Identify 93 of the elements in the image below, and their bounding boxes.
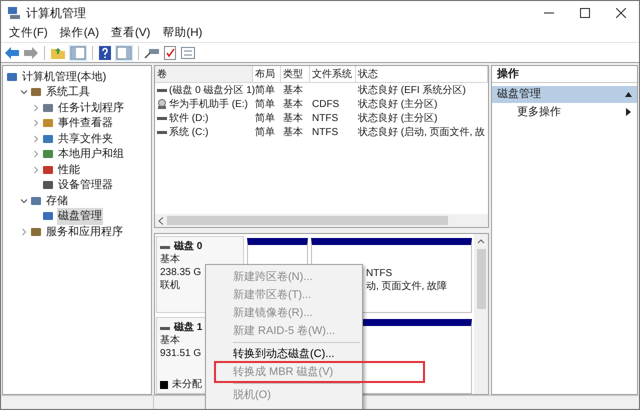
tree-node-icon: [42, 148, 54, 160]
table-cell-text: 状态良好 (EFI 系统分区): [358, 84, 466, 98]
unallocated-swatch: [160, 380, 168, 388]
disk-name: 磁盘 1: [174, 321, 202, 334]
table-cell-text: 基本: [283, 98, 303, 112]
tree-item[interactable]: 性能: [57, 162, 81, 178]
tree-node-icon: [42, 132, 54, 145]
vertical-scrollbar[interactable]: [474, 234, 488, 394]
window-title: 计算机管理: [26, 5, 86, 22]
partition-text: NTFS: [366, 267, 394, 280]
forward-icon[interactable]: [23, 46, 39, 60]
tree-item[interactable]: 本地用户和组: [57, 146, 125, 162]
properties-list-icon[interactable]: [180, 46, 196, 60]
tree-item[interactable]: 事件查看器: [57, 115, 114, 132]
collapsed-chevron-icon[interactable]: [32, 119, 40, 128]
menu-item[interactable]: 操作(A): [54, 24, 106, 42]
table-cell-text: 简单: [255, 112, 275, 126]
horizontal-scrollbar[interactable]: [155, 214, 488, 227]
submenu-arrow-icon: [626, 108, 631, 116]
app-icon: [7, 6, 21, 20]
action-item[interactable]: 更多操作: [492, 103, 637, 121]
action-pane-icon[interactable]: [115, 44, 133, 60]
tree-node-icon: [30, 86, 42, 98]
expanded-chevron-icon[interactable]: [20, 196, 28, 205]
collapsed-chevron-icon[interactable]: [32, 150, 40, 158]
disk-size: 238.35 G: [160, 266, 202, 279]
table-cell-text: 简单: [255, 84, 275, 98]
section-title: 磁盘管理: [497, 87, 541, 102]
collapse-icon[interactable]: [625, 92, 632, 97]
disk-type: 基本: [160, 334, 180, 347]
tree-item[interactable]: 服务和应用程序: [45, 224, 124, 240]
cd-drive-icon: [157, 99, 167, 109]
table-cell-text: 状态良好 (主分区): [358, 98, 438, 112]
tree-item[interactable]: 任务计划程序: [57, 100, 125, 116]
table-cell-text: NTFS: [312, 126, 338, 140]
expanded-chevron-icon[interactable]: [20, 88, 28, 96]
legend-label: 未分配: [172, 378, 202, 391]
console-tree-icon[interactable]: [69, 44, 87, 60]
checklist-icon[interactable]: [163, 44, 177, 60]
table-cell-text: 状态良好 (启动, 页面文件, 故: [358, 126, 486, 140]
disk-size: 931.51 G: [160, 347, 202, 360]
tree-item[interactable]: 计算机管理(本地): [21, 68, 108, 85]
tree-item[interactable]: 磁盘管理: [57, 208, 103, 224]
collapsed-chevron-icon[interactable]: [32, 166, 40, 174]
collapsed-chevron-icon[interactable]: [32, 134, 40, 143]
column-header[interactable]: 类型: [281, 66, 310, 83]
maximize-icon: [580, 8, 590, 18]
table-cell-text: 基本: [283, 84, 303, 98]
help-icon[interactable]: [98, 44, 112, 60]
tree-node-icon: [42, 164, 54, 176]
table-cell-text: 简单: [255, 126, 275, 140]
disk-name: 磁盘 0: [174, 240, 202, 253]
tree-node-icon: [6, 70, 18, 83]
tree-node-icon: [42, 117, 54, 130]
menu-item[interactable]: 查看(V): [105, 24, 156, 42]
tree-node-icon: [30, 194, 42, 207]
table-cell-text: 华为手机助手 (E:): [169, 98, 248, 112]
tree-item[interactable]: 共享文件夹: [57, 130, 114, 147]
column-header[interactable]: 状态: [356, 66, 488, 83]
tree-item[interactable]: 设备管理器: [57, 177, 114, 194]
menu-item[interactable]: 文件(F): [3, 24, 54, 42]
scrollbar-thumb[interactable]: [476, 249, 486, 309]
table-cell-text: CDFS: [312, 98, 340, 112]
close-icon: [616, 8, 626, 18]
table-cell-text: 软件 (D:): [169, 112, 208, 126]
tree-node-icon: [42, 102, 54, 114]
section-header[interactable]: 磁盘管理: [492, 86, 637, 103]
collapsed-chevron-icon[interactable]: [20, 228, 28, 236]
scroll-left-icon[interactable]: [158, 216, 164, 224]
column-header[interactable]: 卷: [155, 66, 253, 83]
table-cell-text: 简单: [255, 98, 275, 112]
table-cell-text: (磁盘 0 磁盘分区 1): [169, 84, 256, 98]
tree-node-icon: [30, 226, 42, 238]
actions-title: 操作: [492, 66, 637, 83]
column-header[interactable]: 布局: [253, 66, 281, 83]
menu-option[interactable]: 转换到动态磁盘(C)...: [206, 345, 362, 363]
column-header[interactable]: 文件系统: [310, 66, 356, 83]
table-cell-text: 基本: [283, 112, 303, 126]
tree-item[interactable]: 存储: [45, 192, 69, 209]
partition-text: 动, 页面文件, 故障: [366, 280, 448, 293]
back-icon[interactable]: [4, 46, 20, 60]
folder-icon[interactable]: [50, 46, 66, 60]
disk-status: 联机: [160, 279, 180, 292]
tree-node-icon: [42, 179, 54, 192]
tree-item[interactable]: 系统工具: [45, 84, 91, 100]
collapsed-chevron-icon[interactable]: [32, 104, 40, 112]
table-cell-text: 基本: [283, 126, 303, 140]
menu-item[interactable]: 帮助(H): [156, 24, 208, 42]
tree-node-icon: [42, 210, 54, 222]
table-cell-text: 状态良好 (主分区): [358, 112, 438, 126]
table-cell-text: 系统 (C:): [169, 126, 208, 140]
table-cell-text: NTFS: [312, 112, 338, 126]
disk-type: 基本: [160, 253, 180, 266]
